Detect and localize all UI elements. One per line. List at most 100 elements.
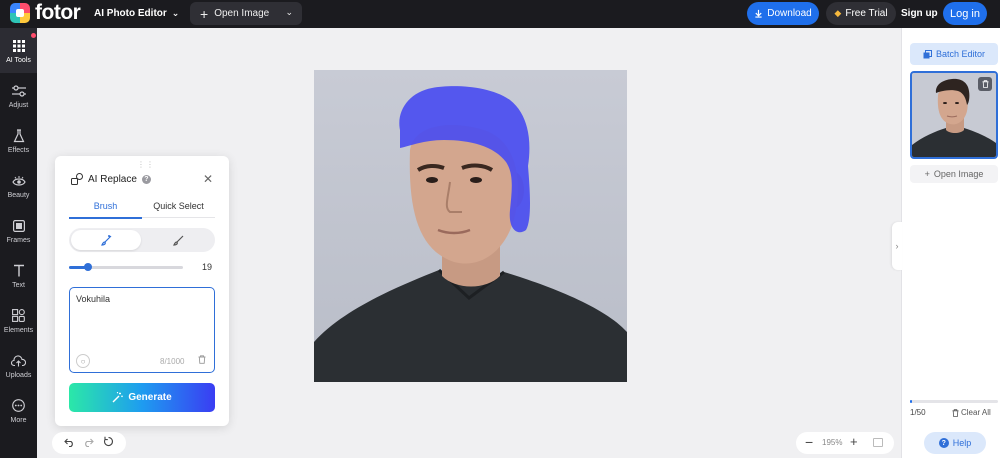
undo-icon[interactable] [64, 436, 75, 450]
open-image-button[interactable]: + Open Image ⌄ [190, 2, 302, 25]
download-label: Download [767, 8, 812, 19]
clear-all-label: Clear All [961, 408, 991, 417]
rail-label: Beauty [7, 191, 30, 199]
brush-mode-toggle [69, 228, 215, 252]
help-label: Help [952, 438, 972, 448]
logo-text: fotor [35, 1, 81, 24]
chevron-down-icon: ⌄ [171, 8, 180, 18]
prompt-text[interactable]: Vokuhila [76, 294, 110, 304]
rail-item-adjust[interactable]: Adjust [0, 73, 37, 118]
chevron-right-icon: › [895, 241, 899, 251]
brush-size-slider-handle[interactable] [84, 263, 93, 271]
lightbulb-icon[interactable]: ○ [76, 354, 90, 368]
help-icon: ? [938, 438, 949, 448]
free-trial-button[interactable]: ◆ Free Trial [826, 2, 896, 25]
help-button[interactable]: ? Help [924, 432, 986, 454]
tab-brush[interactable]: Brush [69, 200, 142, 219]
rail-item-elements[interactable]: Elements [0, 298, 37, 343]
trash-icon[interactable] [198, 355, 206, 366]
close-icon[interactable]: ✕ [203, 173, 213, 185]
eye-icon [11, 173, 27, 189]
download-icon [755, 9, 762, 18]
fit-screen-icon[interactable] [873, 438, 883, 447]
brush-add-icon [100, 234, 111, 246]
logo-mark-icon [10, 3, 30, 23]
rail-item-more[interactable]: More [0, 388, 37, 433]
rail-item-effects[interactable]: Effects [0, 118, 37, 163]
collapse-panel-toggle[interactable]: › [892, 222, 902, 270]
shapes-icon [11, 308, 27, 324]
zoom-controls: − 195% + [796, 432, 894, 454]
sliders-icon [11, 83, 27, 99]
ai-replace-panel: ⋮⋮ AI Replace ? ✕ Brush Quick Select 19 … [55, 156, 229, 426]
clear-all-button[interactable]: Clear All [952, 408, 991, 417]
zoom-out-icon[interactable]: − [805, 434, 813, 450]
rail-label: Uploads [5, 371, 32, 379]
generate-button[interactable]: Generate [69, 383, 215, 412]
rail-label: AI Tools [6, 56, 31, 64]
editor-mode-label: AI Photo Editor [94, 8, 167, 19]
brush-add-button[interactable] [71, 230, 141, 250]
rail-item-uploads[interactable]: Uploads [0, 343, 37, 388]
plus-icon: + [924, 169, 930, 179]
tab-quick-select[interactable]: Quick Select [142, 200, 215, 218]
panel-title: AI Replace ? [71, 173, 151, 185]
edited-photo[interactable] [314, 70, 627, 382]
ai-replace-icon [71, 173, 83, 185]
notification-dot [31, 33, 36, 38]
image-thumbnail[interactable] [910, 71, 998, 159]
left-tool-rail: AI Tools Adjust Effects Beauty Frames Te… [0, 28, 37, 458]
top-bar: fotor AI Photo Editor ⌄ + Open Image ⌄ D… [0, 0, 1000, 28]
rail-item-ai-tools[interactable]: AI Tools [0, 28, 37, 73]
rail-item-text[interactable]: Text [0, 253, 37, 298]
rail-label: Text [12, 281, 25, 289]
open-image-label: Open Image [933, 169, 984, 179]
brush-erase-button[interactable] [143, 230, 213, 250]
upload-progress [910, 400, 998, 403]
free-trial-label: Free Trial [845, 8, 888, 19]
prompt-textarea[interactable]: Vokuhila ○ 8/1000 [69, 287, 215, 373]
fotor-logo[interactable]: fotor [10, 1, 81, 24]
brush-size-slider[interactable] [69, 263, 183, 271]
generate-label: Generate [128, 392, 172, 403]
rail-label: More [10, 416, 27, 424]
flask-icon [11, 128, 27, 144]
batch-editor-button[interactable]: Batch Editor [910, 43, 998, 65]
delete-image-icon[interactable] [978, 77, 992, 91]
cloud-upload-icon [11, 353, 27, 369]
rail-label: Frames [6, 236, 31, 244]
chevron-down-icon[interactable]: ⌄ [285, 7, 293, 18]
panel-title-text: AI Replace [88, 173, 137, 185]
rail-item-beauty[interactable]: Beauty [0, 163, 37, 208]
text-icon [11, 263, 27, 279]
history-controls [52, 432, 126, 454]
upload-progress-fill [910, 400, 912, 403]
zoom-in-icon[interactable]: + [850, 434, 858, 449]
sign-up-link[interactable]: Sign up [901, 8, 938, 19]
zoom-level: 195% [822, 438, 843, 447]
right-image-panel: Batch Editor + Open Image 1/50 Clear All… [901, 28, 1000, 458]
open-image-button-secondary[interactable]: + Open Image [910, 165, 998, 183]
plus-icon: + [200, 5, 209, 22]
image-count: 1/50 [910, 408, 926, 417]
grid-icon [11, 38, 27, 54]
editor-mode-dropdown[interactable]: AI Photo Editor ⌄ [94, 8, 179, 19]
info-icon[interactable]: ? [141, 174, 151, 184]
brush-erase-icon [172, 235, 183, 246]
redo-icon[interactable] [83, 436, 95, 450]
frame-icon [11, 218, 27, 234]
portrait-image [314, 70, 627, 382]
reset-icon[interactable] [103, 436, 114, 450]
selection-tabs: Brush Quick Select [69, 200, 215, 219]
drag-handle-icon[interactable]: ⋮⋮ [137, 160, 155, 169]
trash-icon [952, 408, 959, 417]
open-image-label: Open Image [214, 8, 270, 19]
log-in-button[interactable]: Log in [943, 2, 987, 25]
more-icon [11, 398, 27, 414]
char-count: 8/1000 [160, 357, 185, 366]
brush-size-value: 19 [202, 262, 213, 272]
batch-editor-label: Batch Editor [935, 49, 986, 59]
rail-item-frames[interactable]: Frames [0, 208, 37, 253]
rail-label: Adjust [8, 101, 29, 109]
download-button[interactable]: Download [747, 2, 819, 25]
